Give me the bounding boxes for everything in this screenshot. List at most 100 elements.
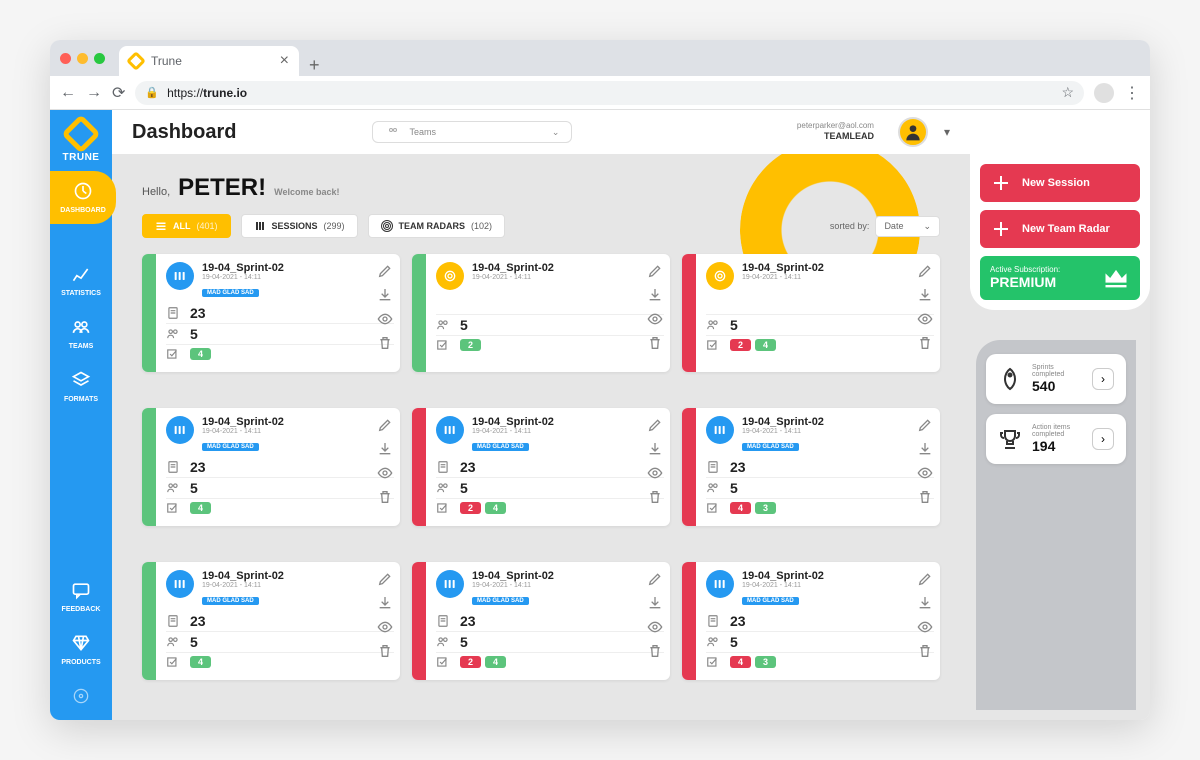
chevron-right-icon[interactable]: › bbox=[1092, 368, 1114, 390]
trash-icon[interactable] bbox=[916, 488, 934, 506]
team-selector[interactable]: Teams ⌄ bbox=[372, 121, 572, 143]
eye-icon[interactable] bbox=[646, 464, 664, 482]
download-icon[interactable] bbox=[376, 594, 394, 612]
url-input[interactable]: 🔒 https://trune.io ☆ bbox=[135, 81, 1084, 105]
browser-menu-icon[interactable]: ⋮ bbox=[1124, 83, 1140, 103]
edit-icon[interactable] bbox=[916, 262, 934, 280]
session-card[interactable]: 19-04_Sprint-02 19-04-2021 - 14:11 MAD G… bbox=[682, 408, 940, 526]
type-icon bbox=[436, 416, 464, 444]
trash-icon[interactable] bbox=[646, 642, 664, 660]
trash-icon[interactable] bbox=[916, 334, 934, 352]
sort-select[interactable]: Date ⌄ bbox=[875, 216, 940, 237]
download-icon[interactable] bbox=[646, 594, 664, 612]
edit-icon[interactable] bbox=[376, 262, 394, 280]
subscription-badge[interactable]: Active Subscription: PREMIUM bbox=[980, 256, 1140, 300]
card-date: 19-04-2021 - 14:11 bbox=[202, 274, 394, 281]
download-icon[interactable] bbox=[646, 440, 664, 458]
sidebar-item-feedback[interactable]: FEEDBACK bbox=[50, 570, 112, 623]
diamond-icon bbox=[71, 633, 91, 653]
download-icon[interactable] bbox=[916, 286, 934, 304]
people-icon bbox=[436, 481, 450, 495]
edit-icon[interactable] bbox=[916, 570, 934, 588]
trash-icon[interactable] bbox=[916, 642, 934, 660]
window-min-dot[interactable] bbox=[77, 53, 88, 64]
eye-icon[interactable] bbox=[916, 310, 934, 328]
session-card[interactable]: 19-04_Sprint-02 19-04-2021 - 14:11 MAD G… bbox=[142, 254, 400, 372]
eye-icon[interactable] bbox=[376, 618, 394, 636]
card-date: 19-04-2021 - 14:11 bbox=[472, 582, 664, 589]
people-icon bbox=[706, 635, 720, 649]
user-menu-chevron-icon[interactable]: ▾ bbox=[944, 125, 950, 139]
format-tag: MAD GLAD SAD bbox=[472, 443, 529, 451]
new-radar-button[interactable]: New Team Radar bbox=[980, 210, 1140, 248]
sidebar-item-dashboard[interactable]: DASHBOARD bbox=[50, 171, 116, 224]
new-session-button[interactable]: New Session bbox=[980, 164, 1140, 202]
stat-sprints[interactable]: Sprints completed 540 › bbox=[986, 354, 1126, 404]
session-card[interactable]: 19-04_Sprint-02 19-04-2021 - 14:11 MAD G… bbox=[142, 408, 400, 526]
eye-icon[interactable] bbox=[646, 310, 664, 328]
sidebar-item-products[interactable]: PRODUCTS bbox=[50, 623, 112, 676]
badge: 4 bbox=[190, 502, 211, 514]
new-tab-button[interactable]: + bbox=[309, 55, 320, 76]
edit-icon[interactable] bbox=[916, 416, 934, 434]
doc-count: 23 bbox=[460, 613, 476, 629]
download-icon[interactable] bbox=[376, 286, 394, 304]
browser-tab[interactable]: Trune × bbox=[119, 46, 299, 76]
tab-close-icon[interactable]: × bbox=[280, 52, 289, 70]
crown-icon bbox=[1102, 264, 1130, 292]
filter-sessions[interactable]: SESSIONS (299) bbox=[241, 214, 358, 238]
card-title: 19-04_Sprint-02 bbox=[202, 416, 394, 428]
session-card[interactable]: 19-04_Sprint-02 19-04-2021 - 14:11 MAD G… bbox=[412, 562, 670, 680]
stat-actions[interactable]: Action items completed 194 › bbox=[986, 414, 1126, 464]
sidebar-item-statistics[interactable]: STATISTICS bbox=[50, 254, 112, 307]
eye-icon[interactable] bbox=[376, 464, 394, 482]
window-max-dot[interactable] bbox=[94, 53, 105, 64]
reload-icon[interactable]: ⟳ bbox=[112, 83, 125, 103]
edit-icon[interactable] bbox=[376, 416, 394, 434]
chevron-right-icon[interactable]: › bbox=[1092, 428, 1114, 450]
session-card[interactable]: 19-04_Sprint-02 19-04-2021 - 14:11 MAD G… bbox=[682, 562, 940, 680]
sidebar-item-teams[interactable]: TEAMS bbox=[50, 307, 112, 360]
download-icon[interactable] bbox=[376, 440, 394, 458]
trash-icon[interactable] bbox=[376, 642, 394, 660]
session-card[interactable]: 19-04_Sprint-02 19-04-2021 - 14:11 5 2 bbox=[412, 254, 670, 372]
card-title: 19-04_Sprint-02 bbox=[202, 262, 394, 274]
check-icon bbox=[706, 338, 720, 352]
forward-icon[interactable]: → bbox=[86, 84, 102, 102]
session-card[interactable]: 19-04_Sprint-02 19-04-2021 - 14:11 5 24 bbox=[682, 254, 940, 372]
trash-icon[interactable] bbox=[376, 334, 394, 352]
sidebar-item-formats[interactable]: FORMATS bbox=[50, 360, 112, 413]
session-card[interactable]: 19-04_Sprint-02 19-04-2021 - 14:11 MAD G… bbox=[142, 562, 400, 680]
trash-icon[interactable] bbox=[376, 488, 394, 506]
eye-icon[interactable] bbox=[376, 310, 394, 328]
sort-label: sorted by: bbox=[830, 221, 870, 231]
document-icon bbox=[436, 614, 450, 628]
download-icon[interactable] bbox=[646, 286, 664, 304]
window-close-dot[interactable] bbox=[60, 53, 71, 64]
edit-icon[interactable] bbox=[376, 570, 394, 588]
filter-radars[interactable]: TEAM RADARS (102) bbox=[368, 214, 506, 238]
people-count: 5 bbox=[460, 317, 468, 333]
download-icon[interactable] bbox=[916, 594, 934, 612]
profile-icon[interactable] bbox=[1094, 83, 1114, 103]
edit-icon[interactable] bbox=[646, 570, 664, 588]
document-icon bbox=[706, 460, 720, 474]
bookmark-icon[interactable]: ☆ bbox=[1061, 84, 1074, 101]
back-icon[interactable]: ← bbox=[60, 84, 76, 102]
sidebar-item-settings[interactable] bbox=[50, 676, 112, 720]
edit-icon[interactable] bbox=[646, 262, 664, 280]
session-card[interactable]: 19-04_Sprint-02 19-04-2021 - 14:11 MAD G… bbox=[412, 408, 670, 526]
eye-icon[interactable] bbox=[916, 464, 934, 482]
eye-icon[interactable] bbox=[916, 618, 934, 636]
chevron-down-icon: ⌄ bbox=[552, 127, 560, 138]
status-stripe bbox=[682, 408, 696, 526]
edit-icon[interactable] bbox=[646, 416, 664, 434]
trash-icon[interactable] bbox=[646, 488, 664, 506]
filter-all[interactable]: ALL (401) bbox=[142, 214, 231, 238]
eye-icon[interactable] bbox=[646, 618, 664, 636]
download-icon[interactable] bbox=[916, 440, 934, 458]
avatar[interactable] bbox=[898, 117, 928, 147]
type-icon bbox=[706, 416, 734, 444]
trash-icon[interactable] bbox=[646, 334, 664, 352]
brand-logo[interactable]: TRUNE bbox=[63, 110, 100, 171]
